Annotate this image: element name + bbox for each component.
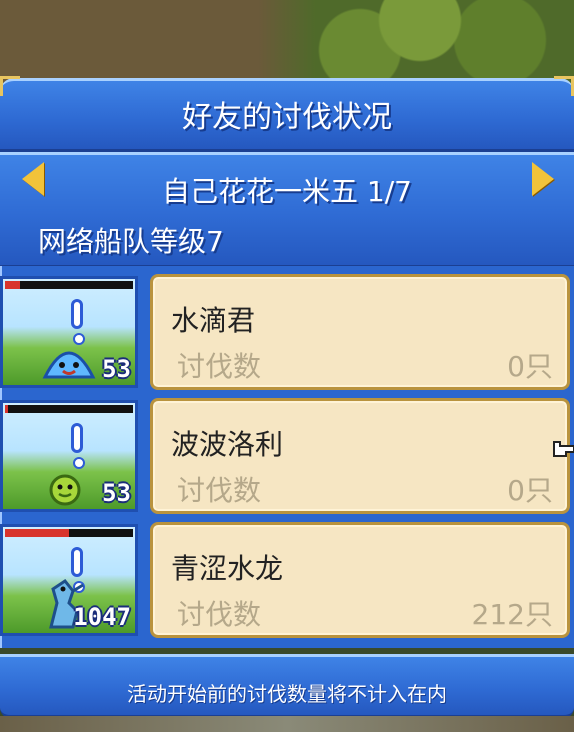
- kill-count-label: 讨伐数: [177, 350, 262, 383]
- hp-bar-fill: [5, 405, 8, 413]
- hp-bar-fill: [5, 529, 69, 537]
- hp-bar: [5, 281, 133, 289]
- alert-icon-dot: [73, 457, 85, 469]
- prev-page-arrow-icon[interactable]: [22, 162, 44, 196]
- friend-name-page-label: 自己花花一米五 1/7: [162, 175, 412, 208]
- kill-count-value: 212只: [471, 598, 553, 631]
- alert-icon: [71, 423, 83, 453]
- monster-level: 53: [102, 355, 131, 383]
- kill-count-label: 讨伐数: [177, 598, 262, 631]
- list-item[interactable]: 53 波波洛利 讨伐数 0只: [0, 394, 574, 514]
- alert-icon: [71, 299, 83, 329]
- monster-card: 水滴君 讨伐数 0只: [150, 274, 570, 390]
- alert-icon: [71, 547, 83, 577]
- hp-bar: [5, 405, 133, 413]
- blue-slime-icon: [42, 351, 96, 379]
- monster-name: 波波洛利: [171, 428, 284, 461]
- dialog-title: 好友的讨伐状况: [182, 100, 392, 135]
- monster-card: 波波洛利 讨伐数 0只: [150, 398, 570, 514]
- monster-name: 水滴君: [171, 304, 256, 337]
- kill-count-label: 讨伐数: [177, 474, 262, 507]
- monster-level: 1047: [73, 603, 131, 631]
- list-item[interactable]: 1047 青涩水龙 讨伐数 212只: [0, 518, 574, 638]
- next-page-arrow-icon[interactable]: [532, 162, 554, 196]
- monster-thumbnail: 1047: [0, 524, 138, 636]
- monster-level: 53: [102, 479, 131, 507]
- background-scenery-bottom: [0, 716, 574, 732]
- kill-count-value: 0只: [507, 350, 553, 383]
- hp-bar-fill: [5, 281, 21, 289]
- fleet-level-label: 网络船队等级7: [38, 225, 224, 258]
- kill-count-value: 0只: [507, 474, 553, 507]
- monster-card: 青涩水龙 讨伐数 212只: [150, 522, 570, 638]
- monster-thumbnail: 53: [0, 276, 138, 388]
- footer-note: 活动开始前的讨伐数量将不计入在内: [127, 682, 447, 706]
- pointing-hand-icon: [553, 441, 574, 457]
- monster-name: 青涩水龙: [171, 552, 284, 585]
- green-blob-icon: [49, 474, 81, 506]
- list-item[interactable]: 53 水滴君 讨伐数 0只: [0, 270, 574, 390]
- monster-thumbnail: 53: [0, 400, 138, 512]
- hp-bar: [5, 529, 133, 537]
